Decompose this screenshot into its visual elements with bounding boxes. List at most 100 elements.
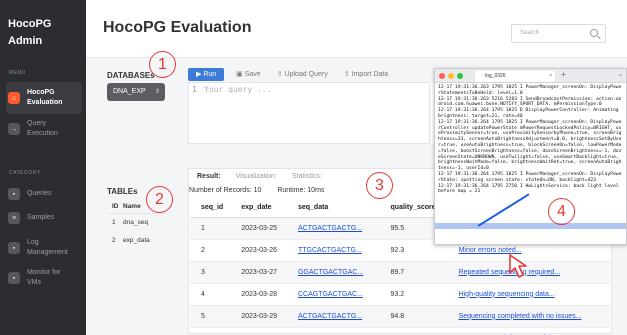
sidebar-item-label: Query Execution [27, 120, 58, 137]
cell-quality_score: 93.2 [379, 283, 448, 306]
samples-icon: ≡ [8, 212, 20, 224]
log-tab[interactable]: log_0326 × [475, 71, 555, 82]
import-data-button[interactable]: ⇧ Import Data [344, 70, 388, 78]
cell-seq_id: 6 [190, 327, 231, 335]
cell-exp_date: 2023-03-28 [230, 283, 287, 306]
cell-quality_score: 88.4 [379, 327, 448, 335]
mouse-cursor-icon [509, 254, 527, 278]
annotation-3: 3 [366, 172, 393, 199]
log-highlight [435, 223, 626, 229]
records-count: Number of Records: 10 [189, 187, 262, 194]
queries-icon: ▪ [8, 188, 20, 200]
cell-exp_date: 2023-03-27 [230, 261, 287, 284]
cell-seq_id: 4 [190, 283, 231, 306]
table-item-exp-data[interactable]: 2 exp_data [107, 232, 167, 250]
cell-exp_log[interactable]: Sequencing completed with no issues... [447, 305, 610, 328]
cell-quality_score: 94.8 [379, 305, 448, 328]
log-window-titlebar: log_0326 × + ⌄ [435, 69, 626, 83]
annotation-4: 4 [548, 198, 575, 225]
cell-quality_score: 89.7 [379, 261, 448, 284]
cell-seq_data[interactable]: ACTGACTGACTG... [286, 217, 380, 240]
tab-statistics[interactable]: Statistics: [292, 173, 322, 180]
sidebar-item-label: Monitor for VMs [27, 269, 61, 286]
import-label: Import Data [351, 71, 389, 78]
databases-label: DATABASEs [107, 71, 155, 80]
tables-header-id: ID [112, 203, 119, 210]
query-placeholder: Your query ... [204, 85, 272, 94]
runtime: Runtime: 10ms [277, 187, 325, 194]
tables-header-name: Name [123, 203, 141, 210]
cell-exp_date: 2023-03-25 [230, 217, 287, 240]
cell-exp_log[interactable]: Sequence partially successful... [447, 327, 610, 335]
log-text: 12-17 19:31:36.263 1795 1825 I PowerMana… [438, 85, 622, 195]
sidebar-item-label: Queries [27, 190, 52, 197]
column-header[interactable]: seq_id [190, 199, 231, 218]
minimize-dot-icon[interactable] [448, 73, 454, 79]
table-item-id: 1 [112, 219, 116, 226]
new-tab-icon[interactable]: + [561, 70, 566, 79]
save-button[interactable]: ▣ Save [236, 70, 261, 78]
table-row[interactable]: 5 2023-03-29 ACTGACTGACTG... 94.8 Sequencing… [190, 305, 610, 328]
cell-seq_data[interactable]: ACTGACTGACTG... [286, 305, 380, 328]
upload-query-button[interactable]: ⇧ Upload Query [277, 70, 328, 78]
sidebar: HocoPG Admin MENU ⌂ HocoPG Evaluation → … [0, 0, 86, 335]
home-icon: ⌂ [8, 92, 20, 104]
save-label: Save [244, 71, 261, 78]
database-select[interactable]: DNA_EXP ⇕ [107, 83, 165, 101]
page-title: HocoPG Evaluation [103, 19, 252, 36]
sidebar-item-monitor-for-vms[interactable]: ▪ Monitor for VMs [6, 262, 82, 294]
close-icon[interactable]: × [549, 71, 552, 82]
cell-seq_id: 2 [190, 239, 231, 262]
close-dot-icon[interactable] [439, 73, 445, 79]
category-section-label: CATEGORY [9, 170, 41, 176]
sidebar-item-hocopg-evaluation[interactable]: ⌂ HocoPG Evaluation [6, 82, 82, 114]
cell-seq_data[interactable]: CCAGTGACTGAC... [286, 283, 380, 306]
column-header[interactable]: exp_date [230, 199, 287, 218]
sidebar-item-log-management[interactable]: ▪ Log Management [6, 232, 82, 264]
log-icon: ▪ [8, 242, 20, 254]
query-toolbar: ▶ Run ▣ Save ⇧ Upload Query ⇧ Import Dat… [188, 67, 404, 81]
sidebar-item-query-execution[interactable]: → Query Execution [6, 113, 82, 145]
tables-label: TABLEs [107, 187, 138, 196]
table-item-name: dna_seq [123, 219, 148, 226]
tab-visualization[interactable]: Visualization: [236, 173, 277, 180]
search-input[interactable]: Search [511, 24, 606, 43]
cell-exp_log[interactable]: High-quality sequencing data... [447, 283, 610, 306]
cell-seq_data[interactable]: GACTGACTGAC... [286, 327, 380, 335]
cell-seq_data[interactable]: TTGCACTGACTG... [286, 239, 380, 262]
search-placeholder: Search [520, 30, 540, 36]
table-item-dna-seq[interactable]: 1 dna_seq [107, 214, 167, 232]
chevron-down-icon[interactable]: ⌄ [618, 71, 623, 78]
maximize-dot-icon[interactable] [457, 73, 463, 79]
table-item-name: exp_data [123, 237, 150, 244]
save-icon: ▣ [236, 71, 245, 78]
sidebar-item-label: HocoPG Evaluation [27, 89, 63, 106]
run-button[interactable]: ▶ Run [188, 67, 225, 81]
chevron-updown-icon: ⇕ [154, 89, 160, 95]
table-row[interactable]: 4 2023-03-28 CCAGTGACTGAC... 93.2 High-quali… [190, 283, 610, 306]
results-tabs: Result: Visualization: Statistics: [197, 173, 337, 180]
search-icon[interactable] [590, 29, 598, 37]
menu-section-label: MENU [9, 70, 26, 76]
annotation-2: 2 [146, 186, 173, 213]
upload-label: Upload Query [284, 71, 328, 78]
log-window[interactable]: log_0326 × + ⌄ 12-17 19:31:36.263 1795 18… [434, 68, 627, 245]
cell-seq_data[interactable]: GGACTGACTGAC... [286, 261, 380, 284]
brand-title: HocoPG Admin [8, 18, 52, 47]
column-header[interactable]: seq_data [286, 199, 380, 218]
table-row[interactable]: 62023-03-30GACTGACTGAC...88.4Sequence pa… [190, 327, 610, 335]
cell-seq_id: 3 [190, 261, 231, 284]
results-meta: Number of Records: 10 Runtime: 10ms [189, 187, 338, 194]
annotation-1: 1 [149, 51, 176, 78]
query-editor[interactable]: 1 Your query ... [188, 82, 430, 144]
cell-exp_date: 2023-03-29 [230, 305, 287, 328]
table-row[interactable]: 3 2023-03-27 GGACTGACTGAC... 89.7 Repeated s… [190, 261, 610, 284]
import-icon: ⇧ [343, 71, 352, 78]
monitor-icon: ▪ [8, 272, 20, 284]
sidebar-item-label: Log Management [27, 239, 68, 256]
cell-exp_date: 2023-03-26 [230, 239, 287, 262]
tab-result[interactable]: Result: [197, 173, 221, 180]
sidebar-item-samples[interactable]: ≡ Samples [6, 202, 82, 234]
upload-icon: ⇧ [276, 71, 285, 78]
cell-seq_id: 1 [190, 217, 231, 240]
